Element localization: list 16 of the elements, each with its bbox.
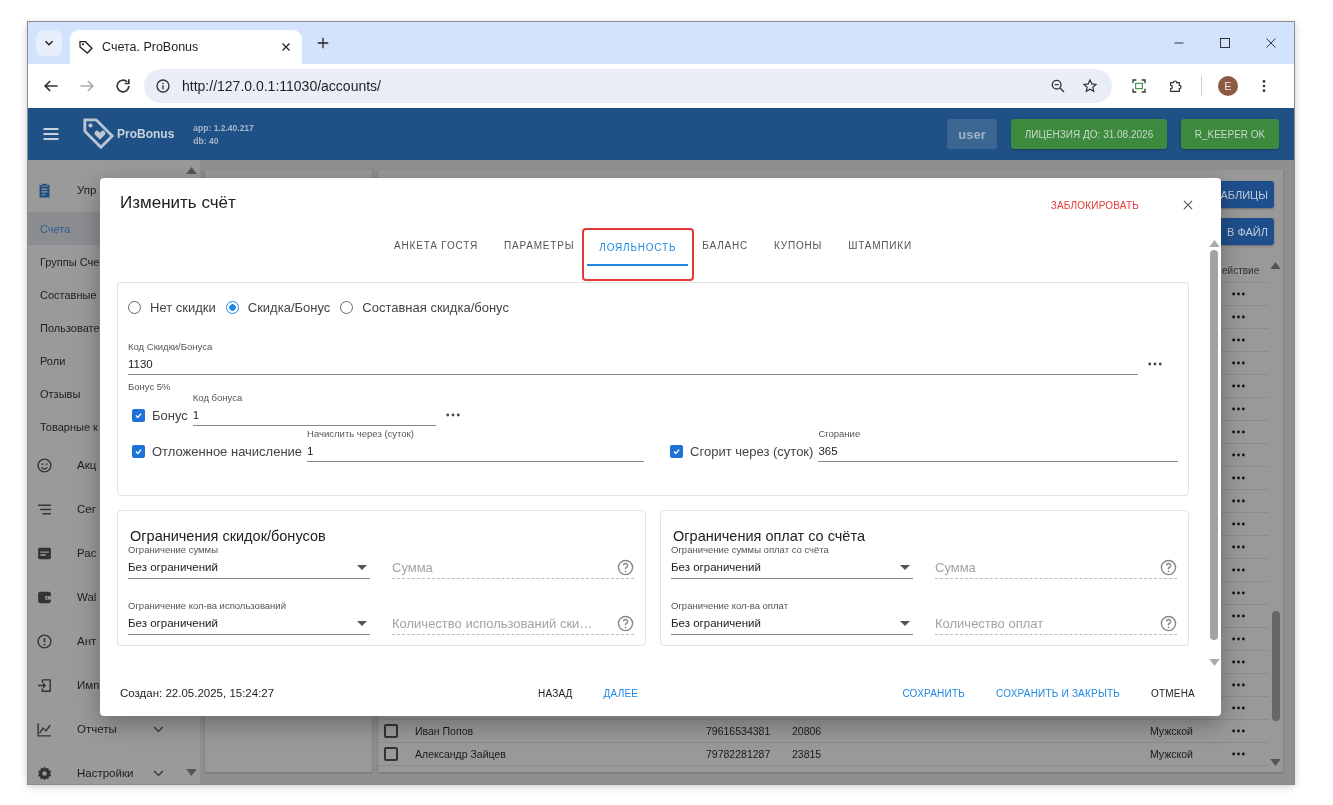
card-title: Ограничения скидок/бонусов <box>129 528 327 544</box>
dialog-title: Изменить счёт <box>120 193 236 213</box>
brand-name: ProBonus <box>117 127 175 141</box>
db-version: db: 40 <box>193 135 220 146</box>
table-cell-text: 23815 <box>792 748 823 760</box>
table-cell-text: 20806 <box>792 725 823 737</box>
card-title: Ограничения оплат со счёта <box>672 528 866 544</box>
discount-hint: Бонус 5% <box>128 381 172 392</box>
app-version: app: 1.2.40.217 <box>193 122 254 133</box>
table-cell-text: 79782281287 <box>706 748 772 760</box>
table-cell-text: Мужской <box>1150 725 1194 737</box>
table-cell-text: 79616534381 <box>706 725 772 737</box>
table-cell-text: Александр Зайцев <box>415 748 507 760</box>
table-cell-text: Мужской <box>1150 748 1194 760</box>
table-cell-text: Иван Попов <box>415 725 475 737</box>
created-date: Создан: 22.05.2025, 15:24:27 <box>120 687 276 699</box>
